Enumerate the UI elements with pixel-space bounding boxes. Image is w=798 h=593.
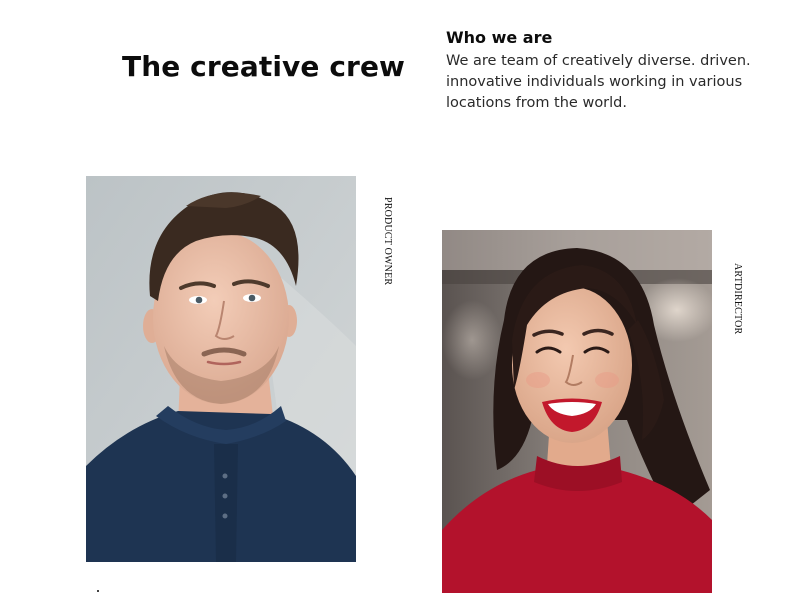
about-section: Who we are We are team of creatively div… (446, 28, 776, 114)
role-label-art-director: ARTDIRECTOR (732, 263, 743, 335)
portrait-photo-woman (442, 230, 712, 593)
portrait-photo-man (86, 176, 356, 562)
about-description: We are team of creatively diverse. drive… (446, 53, 751, 111)
about-heading: Who we are (446, 28, 553, 47)
page-title: The creative crew (122, 50, 405, 83)
role-label-product-owner: PRODUCT OWNER (382, 197, 393, 286)
team-member-photo-product-owner (86, 176, 356, 562)
decorative-dot (97, 590, 99, 592)
team-member-photo-art-director (442, 230, 712, 593)
